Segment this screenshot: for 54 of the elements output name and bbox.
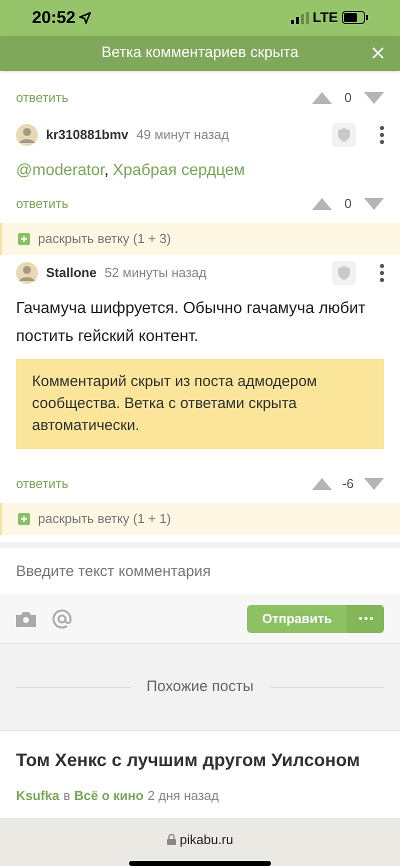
comment-time: 49 минут назад: [136, 126, 229, 144]
post-in: в: [63, 787, 70, 805]
comment-text: @moderator, Храбрая сердцем: [15, 160, 246, 181]
options-button[interactable]: [347, 604, 384, 632]
author-name[interactable]: kr310881bmv: [46, 124, 128, 144]
shield-icon[interactable]: [332, 122, 356, 147]
mention-icon[interactable]: [52, 608, 72, 628]
comment-input[interactable]: Введите текст комментария: [0, 548, 400, 594]
send-button[interactable]: Отправить: [247, 604, 347, 632]
expand-label: раскрыть ветку (1 + 1): [38, 510, 171, 528]
downvote-icon[interactable]: [364, 92, 384, 104]
more-icon[interactable]: [380, 264, 384, 282]
downvote-icon[interactable]: [364, 198, 384, 210]
status-time: 20:52: [32, 7, 76, 30]
banner-text: Ветка комментариев скрыта: [102, 42, 298, 63]
location-icon: [79, 12, 92, 24]
comment-time: 52 минуты назад: [104, 264, 206, 282]
post-title[interactable]: Том Хенкс с лучшим другом Уилсоном: [16, 747, 384, 774]
upvote-icon[interactable]: [312, 198, 332, 210]
mention-link[interactable]: @moderator: [16, 162, 104, 179]
reply-link[interactable]: ответить: [16, 194, 68, 214]
avatar-icon: [16, 124, 38, 146]
shield-icon[interactable]: [332, 260, 356, 285]
upvote-icon[interactable]: [312, 92, 332, 104]
rating-value: -6: [341, 474, 355, 493]
hidden-notice: Комментарий скрыт из поста адмодером сообщества. Ветка с ответами скрыта автоматически.: [16, 358, 384, 449]
expand-label: раскрыть ветку (1 + 3): [38, 230, 171, 248]
post-time: 2 дня назад: [148, 787, 219, 805]
mention-link[interactable]: Храбрая сердцем: [112, 162, 245, 179]
lock-icon: [166, 834, 176, 845]
downvote-icon[interactable]: [364, 478, 384, 490]
url-text[interactable]: pikabu.ru: [180, 830, 234, 849]
comment-text: Гачамуча шифруется. Обычно гачамуча любит постить гейский контент.: [15, 298, 366, 347]
plus-icon: [18, 232, 30, 245]
reply-link[interactable]: ответить: [16, 88, 68, 108]
signal-icon: [290, 12, 309, 24]
plus-icon: [18, 512, 30, 525]
similar-heading: Похожие посты: [146, 676, 254, 697]
expand-thread[interactable]: раскрыть ветку (1 + 1): [0, 502, 400, 535]
upvote-icon[interactable]: [312, 478, 332, 490]
post-author[interactable]: Ksufka: [16, 786, 60, 806]
dots-icon: [358, 617, 372, 620]
network-type: LTE: [312, 8, 338, 28]
expand-thread[interactable]: раскрыть ветку (1 + 3): [0, 222, 400, 255]
post-community[interactable]: Всё о кино: [74, 786, 144, 806]
author-name[interactable]: Stallone: [46, 262, 97, 282]
battery-icon: [342, 11, 368, 24]
more-icon[interactable]: [380, 126, 384, 144]
avatar-icon: [16, 262, 38, 284]
reply-link[interactable]: ответить: [16, 474, 68, 494]
rating-value: 0: [343, 194, 353, 213]
camera-icon[interactable]: [16, 610, 36, 626]
close-icon[interactable]: [372, 47, 384, 60]
rating-value: 0: [343, 88, 353, 107]
